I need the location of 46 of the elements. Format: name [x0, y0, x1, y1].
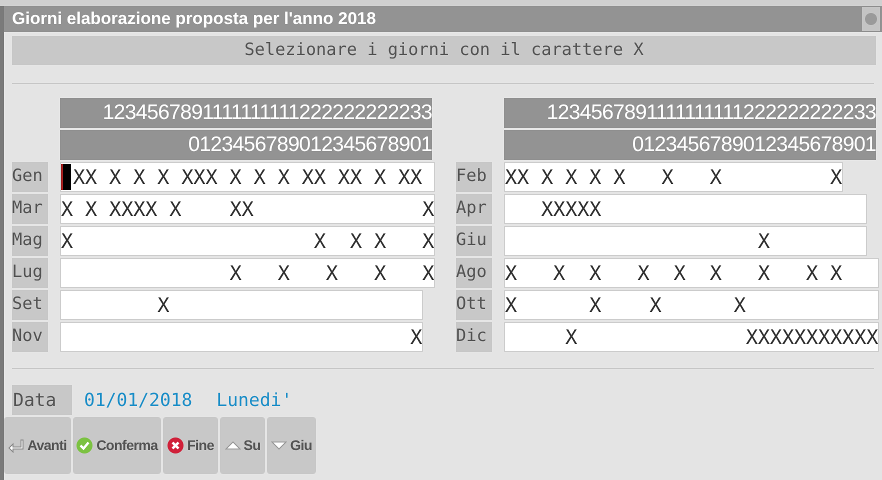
month-label: Apr — [456, 194, 492, 224]
weekday-value: Lunedi' — [216, 388, 292, 412]
month-label: Nov — [12, 322, 48, 352]
day-header: 0123456789012345678901 — [60, 130, 432, 160]
days-field[interactable]: X X XXXX X XX X — [60, 194, 436, 224]
days-field[interactable]: X — [504, 226, 868, 256]
toolbar-button[interactable]: Su — [220, 417, 265, 474]
days-field[interactable]: X — [60, 322, 424, 352]
days-field[interactable]: XX X X X XXX X X X XX XX X XX — [60, 162, 436, 192]
day-header: 1234567891111111111222222222233 — [60, 98, 432, 128]
date-label: Data — [12, 385, 72, 415]
month-label: Lug — [12, 258, 48, 288]
toolbar-button[interactable]: Fine — [163, 417, 218, 474]
month-label: Set — [12, 290, 48, 320]
days-field[interactable]: X — [60, 290, 424, 320]
return-arrow-icon — [8, 438, 24, 452]
window-button[interactable] — [862, 7, 880, 31]
close-icon — [167, 437, 184, 454]
month-label: Gen — [12, 162, 48, 192]
day-header: 1234567891111111111222222222233 — [504, 98, 876, 128]
month-label: Dic — [456, 322, 492, 352]
month-label: Giu — [456, 226, 492, 256]
days-field[interactable]: X X X X X — [60, 226, 436, 256]
days-field[interactable]: XXXXX — [504, 194, 868, 224]
month-label: Feb — [456, 162, 492, 192]
text-cursor — [61, 164, 71, 190]
toolbar-button[interactable]: Giu — [267, 417, 316, 474]
window-title: Giorni elaborazione proposta per l'anno 2018 — [12, 8, 376, 30]
down-triangle-icon — [271, 441, 288, 450]
days-field[interactable]: X XXXXXXXXXXX — [504, 322, 880, 352]
month-label: Ott — [456, 290, 492, 320]
toolbar-button[interactable]: Avanti — [4, 417, 71, 474]
days-field[interactable]: X X X X X X X X X — [504, 258, 880, 288]
up-triangle-icon — [224, 441, 241, 450]
toolbar-button[interactable]: Conferma — [73, 417, 161, 474]
days-field[interactable]: X X X X — [504, 290, 880, 320]
month-label: Mar — [12, 194, 48, 224]
check-icon — [76, 437, 94, 454]
month-label: Ago — [456, 258, 492, 288]
instruction-bar: Selezionare i giorni con il carattere X — [12, 36, 876, 65]
month-label: Mag — [12, 226, 48, 256]
days-field[interactable]: XX X X X X X X X — [504, 162, 844, 192]
days-field[interactable]: X X X X X — [60, 258, 436, 288]
date-value: 01/01/2018 — [84, 388, 192, 412]
day-header: 0123456789012345678901 — [504, 130, 876, 160]
days-value: XX X X X XXX X X X XX XX X XX — [73, 167, 424, 187]
